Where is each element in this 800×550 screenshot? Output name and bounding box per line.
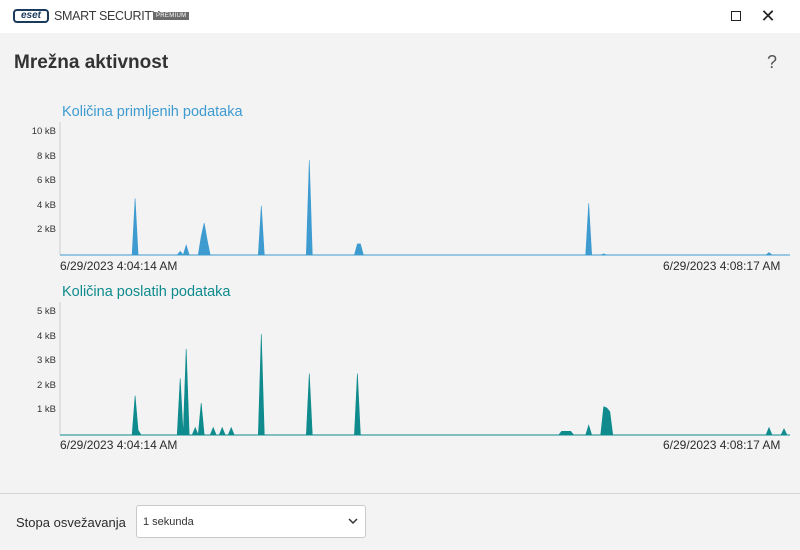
maximize-icon — [731, 11, 741, 21]
sent-chart-title: Količina poslatih podataka — [62, 284, 231, 300]
received-y-tick-label: 6 kB — [36, 175, 56, 187]
chevron-down-icon — [348, 518, 358, 525]
sent-chart — [59, 302, 790, 436]
sent-x-start-label: 6/29/2023 4:04:14 AM — [60, 438, 178, 452]
received-y-tick-label: 2 kB — [36, 224, 56, 236]
page-title: Mrežna aktivnost — [14, 52, 169, 73]
close-button[interactable]: ✕ — [752, 0, 784, 32]
maximize-button[interactable] — [720, 0, 752, 32]
sent-x-end-label: 6/29/2023 4:08:17 AM — [663, 438, 781, 452]
eset-logo: eset — [13, 9, 49, 23]
sent-y-tick-label: 2 kB — [36, 379, 56, 391]
sent-area-series — [60, 334, 790, 436]
product-name: SMART SECURITY — [54, 9, 160, 23]
received-chart — [59, 122, 790, 256]
received-area-series — [60, 160, 790, 256]
refresh-rate-select[interactable]: 1 sekunda — [136, 505, 366, 538]
refresh-rate-label: Stopa osvežavanja — [16, 515, 126, 530]
sent-y-tick-label: 4 kB — [36, 330, 56, 342]
close-icon: ✕ — [760, 6, 776, 26]
title-bar: eset SMART SECURITY PREMIUM ✕ — [0, 0, 800, 33]
received-y-tick-label: 4 kB — [36, 199, 56, 211]
received-x-end-label: 6/29/2023 4:08:17 AM — [663, 259, 781, 273]
received-x-start-label: 6/29/2023 4:04:14 AM — [60, 259, 178, 273]
sent-y-tick-label: 5 kB — [36, 306, 56, 317]
refresh-rate-value: 1 sekunda — [143, 516, 194, 528]
received-y-tick-label: 8 kB — [36, 150, 56, 162]
sent-y-tick-label: 3 kB — [36, 355, 56, 367]
footer: Stopa osvežavanja 1 sekunda — [0, 493, 800, 550]
edition-badge: PREMIUM — [153, 12, 190, 20]
received-chart-title: Količina primljenih podataka — [62, 104, 243, 120]
help-button[interactable]: ? — [762, 52, 782, 73]
received-y-tick-label: 10 kB — [31, 126, 56, 137]
sent-y-tick-label: 1 kB — [36, 404, 56, 416]
